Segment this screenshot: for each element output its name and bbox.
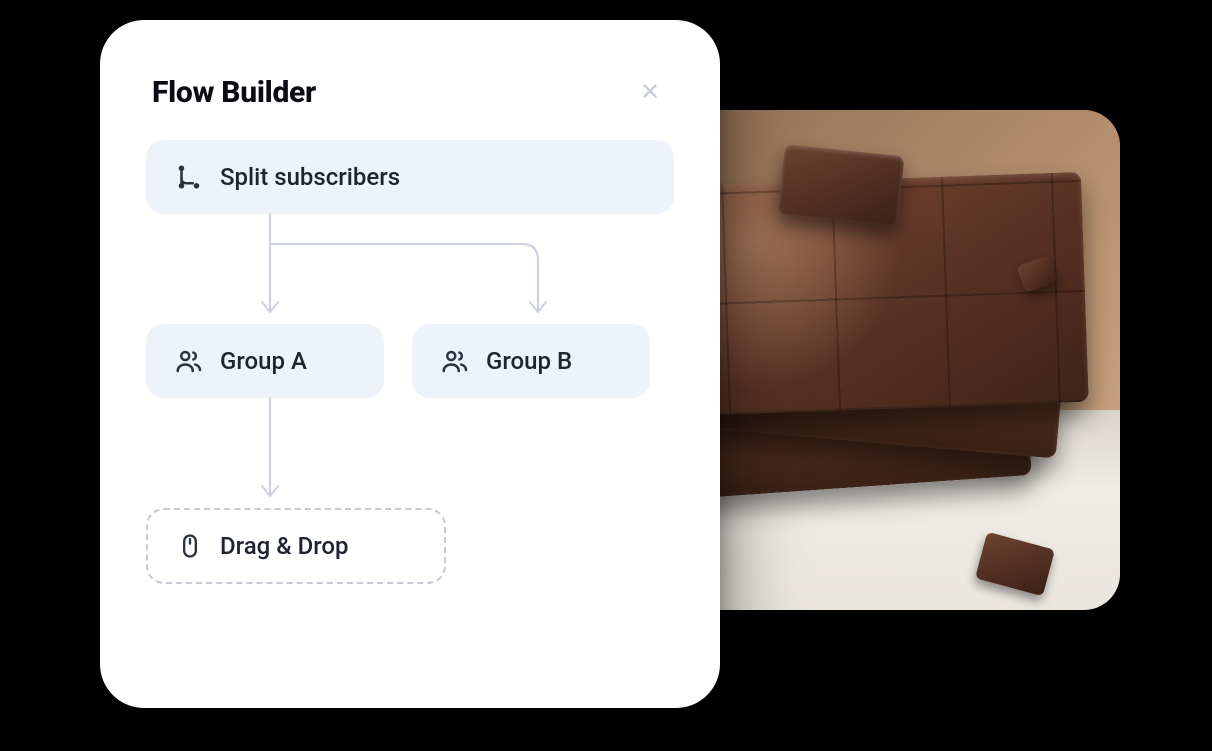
- branch-icon: [174, 162, 204, 192]
- users-icon: [440, 346, 470, 376]
- node-split-subscribers[interactable]: Split subscribers: [146, 140, 674, 214]
- panel-title: Flow Builder: [152, 75, 316, 110]
- connector-group-a-to-drop: [146, 398, 674, 508]
- node-label: Split subscribers: [220, 163, 400, 191]
- node-group-a[interactable]: Group A: [146, 324, 384, 398]
- node-label: Group B: [486, 347, 572, 375]
- flow-builder-panel: Flow Builder Split subscribers: [100, 20, 720, 708]
- mouse-icon: [176, 532, 204, 560]
- node-label: Drag & Drop: [220, 532, 349, 560]
- close-button[interactable]: [632, 74, 668, 110]
- node-label: Group A: [220, 347, 307, 375]
- panel-header: Flow Builder: [146, 74, 674, 110]
- node-group-b[interactable]: Group B: [412, 324, 650, 398]
- users-icon: [174, 346, 204, 376]
- close-icon: [639, 80, 661, 105]
- connector-root-to-groups: [146, 214, 674, 324]
- stage: Flow Builder Split subscribers: [80, 20, 1130, 720]
- node-drop-target[interactable]: Drag & Drop: [146, 508, 446, 584]
